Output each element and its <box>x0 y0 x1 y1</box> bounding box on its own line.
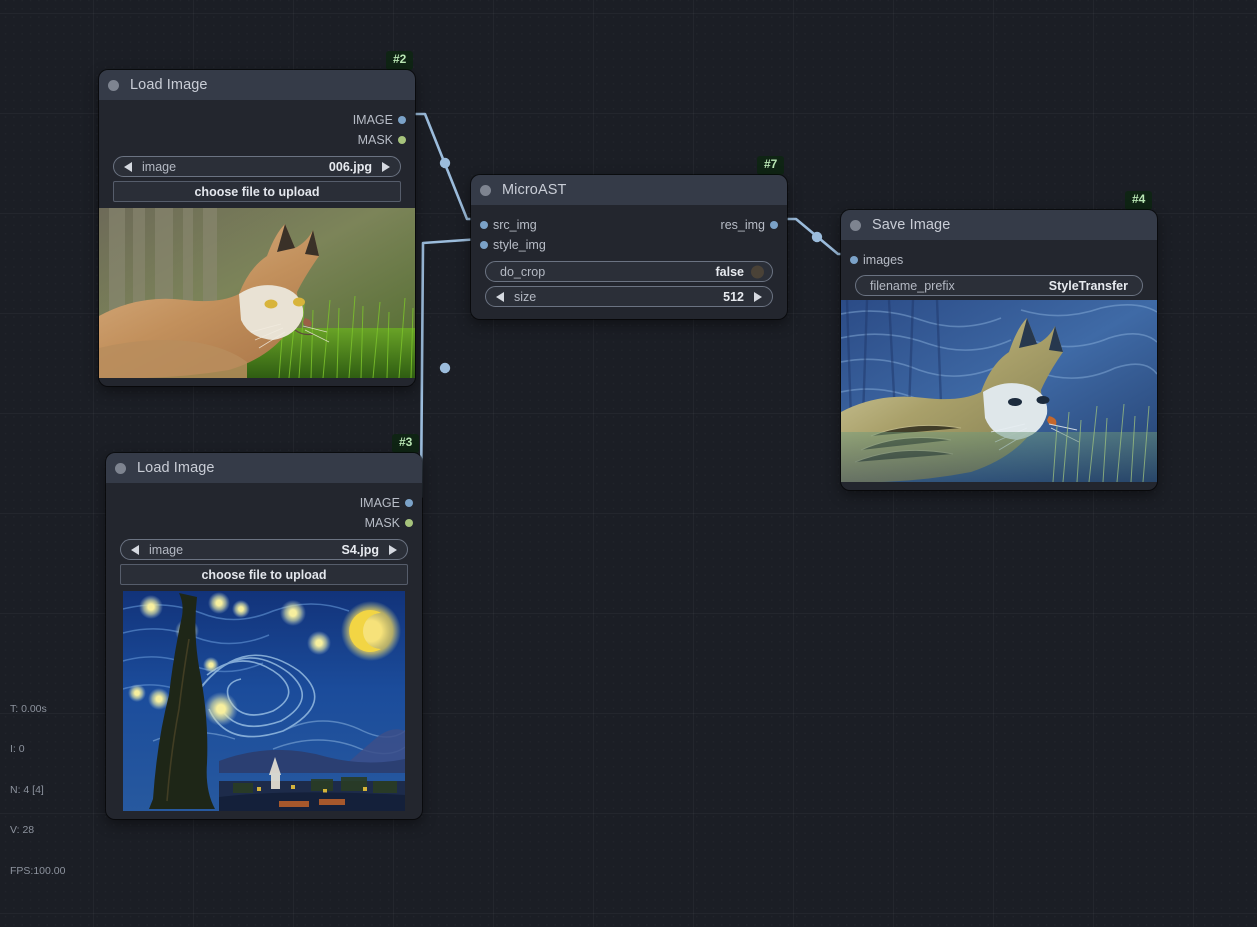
stat-visible: V: 28 <box>10 824 35 836</box>
choose-file-to-upload-button[interactable]: choose file to upload <box>113 181 401 202</box>
input-slot-label: src_img <box>493 218 537 232</box>
choose-file-to-upload-button[interactable]: choose file to upload <box>120 564 408 585</box>
image-preview-starry-night <box>123 591 405 811</box>
slot-dot-icon[interactable] <box>405 499 413 507</box>
input-slot-style-img[interactable]: style_img <box>471 235 787 255</box>
chevron-right-icon[interactable] <box>754 291 762 302</box>
chevron-left-icon[interactable] <box>496 291 504 302</box>
input-slot-label: images <box>863 253 904 267</box>
widget-value: S4.jpg <box>341 542 379 557</box>
collapse-dot-icon[interactable] <box>850 219 861 231</box>
output-slot-label: IMAGE <box>359 496 400 510</box>
node-id-badge-7: #7 <box>757 156 785 175</box>
widget-label: filename_prefix <box>870 278 955 293</box>
collapse-dot-icon[interactable] <box>115 462 126 474</box>
node-id-badge-3: #3 <box>392 434 420 453</box>
node-id-badge-4: #4 <box>1125 191 1153 210</box>
output-slot-image[interactable]: IMAGE <box>106 493 422 513</box>
widget-size-number[interactable]: size 512 <box>485 286 773 307</box>
link-loadimage2-to-microast-src <box>412 112 480 221</box>
link-midpoint-dot <box>811 231 823 243</box>
slot-dot-icon[interactable] <box>398 116 406 124</box>
node-body: IMAGE MASK image S4.jpg choose file to u… <box>106 493 422 819</box>
stat-fps: FPS:100.00 <box>10 864 66 877</box>
node-body: images filename_prefix StyleTransfer <box>841 250 1157 490</box>
widget-label: size <box>514 289 537 304</box>
node-title-label: Load Image <box>137 460 215 476</box>
node-title-bar[interactable]: MicroAST <box>471 175 787 205</box>
widget-label: image <box>142 159 177 174</box>
slot-dot-icon[interactable] <box>480 221 488 229</box>
node-id-badge-2: #2 <box>386 51 414 70</box>
slot-dot-icon[interactable] <box>398 136 406 144</box>
node-body: IMAGE MASK image 006.jpg choose file to … <box>99 110 415 386</box>
output-slot-mask[interactable]: MASK <box>99 130 415 150</box>
widget-value: 512 <box>723 289 744 304</box>
node-title-label: Save Image <box>872 217 951 233</box>
chevron-left-icon[interactable] <box>131 544 139 555</box>
widget-do-crop-toggle[interactable]: do_crop false <box>485 261 773 282</box>
preview-frame <box>106 591 422 811</box>
node-body: src_img res_img style_img do_crop false … <box>471 215 787 319</box>
node-title-bar[interactable]: Load Image <box>106 453 422 483</box>
graph-stats-overlay: T: 0.00s I: 0 N: 4 [4] V: 28 FPS:100.00 <box>10 676 65 906</box>
slot-row-src-res: src_img res_img <box>471 215 787 235</box>
output-slot-image[interactable]: IMAGE <box>99 110 415 130</box>
node-title-bar[interactable]: Load Image <box>99 70 415 100</box>
output-slot-label: MASK <box>364 516 400 530</box>
chevron-left-icon[interactable] <box>124 161 132 172</box>
stat-time: T: 0.00s <box>10 702 47 715</box>
slot-dot-icon[interactable] <box>770 221 778 229</box>
output-slot-label: MASK <box>357 133 393 147</box>
widget-label: image <box>149 542 184 557</box>
input-slot-images[interactable]: images <box>841 250 1157 270</box>
image-preview-lynx-photo <box>99 208 415 378</box>
node-save-image[interactable]: Save Image images filename_prefix StyleT… <box>841 210 1157 490</box>
output-slot-mask[interactable]: MASK <box>106 513 422 533</box>
node-load-image-2[interactable]: Load Image IMAGE MASK image 006.jpg choo… <box>99 70 415 386</box>
input-slot-label: style_img <box>493 238 546 252</box>
widget-image-combo[interactable]: image 006.jpg <box>113 156 401 177</box>
chevron-right-icon[interactable] <box>382 161 390 172</box>
widget-value: StyleTransfer <box>1048 278 1128 293</box>
node-title-label: MicroAST <box>502 182 567 198</box>
node-title-label: Load Image <box>130 77 208 93</box>
node-title-bar[interactable]: Save Image <box>841 210 1157 240</box>
widget-value: 006.jpg <box>328 159 372 174</box>
widget-filename-prefix[interactable]: filename_prefix StyleTransfer <box>855 275 1143 296</box>
toggle-knob-icon[interactable] <box>751 265 764 278</box>
stat-nodes: N: 4 [4] <box>10 783 44 796</box>
image-preview-styled-lynx <box>841 300 1157 482</box>
output-slot-label: IMAGE <box>352 113 393 127</box>
chevron-right-icon[interactable] <box>389 544 397 555</box>
widget-value: false <box>715 264 745 279</box>
stat-iterations: I: 0 <box>10 743 25 755</box>
output-slot-label: res_img <box>720 218 765 232</box>
collapse-dot-icon[interactable] <box>108 79 119 91</box>
slot-dot-icon[interactable] <box>850 256 858 264</box>
widget-label: do_crop <box>500 264 546 279</box>
link-midpoint-dot <box>439 157 451 169</box>
collapse-dot-icon[interactable] <box>480 184 491 196</box>
slot-dot-icon[interactable] <box>405 519 413 527</box>
node-load-image-3[interactable]: Load Image IMAGE MASK image S4.jpg choos… <box>106 453 422 819</box>
widget-image-combo[interactable]: image S4.jpg <box>120 539 408 560</box>
slot-dot-icon[interactable] <box>480 241 488 249</box>
link-midpoint-dot <box>439 362 451 374</box>
node-microast[interactable]: MicroAST src_img res_img style_img do_cr… <box>471 175 787 319</box>
graph-canvas[interactable]: #2 Load Image IMAGE MASK image 006.jpg c… <box>0 0 1257 927</box>
